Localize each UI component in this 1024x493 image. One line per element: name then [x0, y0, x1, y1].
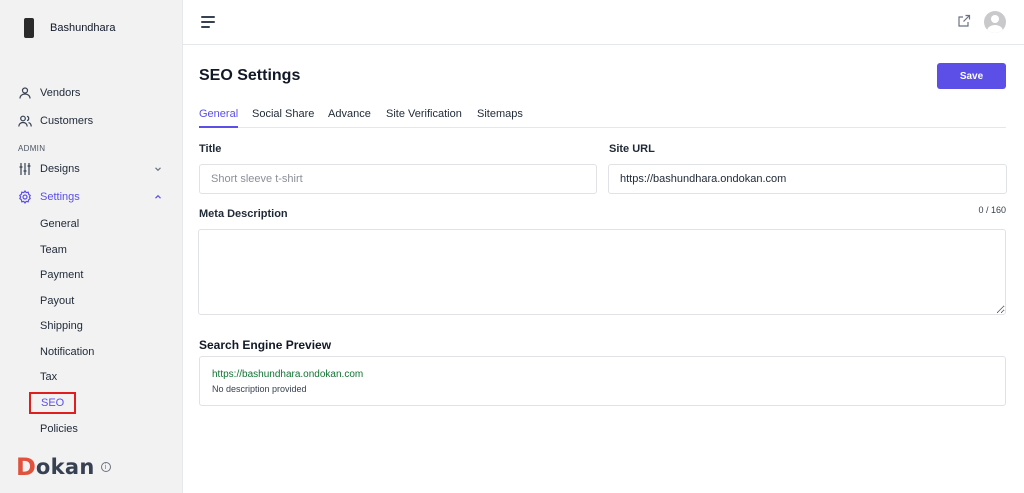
tab-site-verification[interactable]: Site Verification	[386, 108, 462, 128]
sidebar-sub-team[interactable]: Team	[40, 242, 67, 258]
avatar-icon[interactable]	[984, 11, 1006, 33]
search-preview-title: Search Engine Preview	[199, 338, 332, 352]
sidebar-sub-notification[interactable]: Notification	[40, 344, 94, 360]
sidebar-sub-payment[interactable]: Payment	[40, 267, 83, 283]
title-input[interactable]	[199, 164, 597, 194]
sidebar-sub-general[interactable]: General	[40, 216, 79, 232]
store-logo-icon	[24, 18, 34, 38]
sidebar-item-label: Designs	[40, 163, 80, 175]
sidebar-sub-policies[interactable]: Policies	[40, 421, 78, 437]
sidebar-item-label: Customers	[40, 115, 94, 127]
info-icon[interactable]: i	[100, 462, 111, 472]
sidebar-item-customers[interactable]: Customers	[18, 112, 93, 130]
logo-text: okan	[35, 455, 95, 479]
sidebar-item-vendors[interactable]: Vendors	[18, 84, 80, 102]
page-title: SEO Settings	[199, 67, 301, 84]
sidebar-item-settings[interactable]: Settings	[18, 188, 175, 206]
meta-description-label: Meta Description	[199, 208, 288, 220]
tab-sitemaps[interactable]: Sitemaps	[477, 108, 523, 128]
sidebar-sub-tax[interactable]: Tax	[40, 369, 57, 385]
save-button[interactable]: Save	[937, 63, 1006, 89]
store-switcher[interactable]: Bashundhara	[24, 16, 115, 40]
chevron-up-icon	[155, 194, 161, 199]
sidebar-sub-shipping[interactable]: Shipping	[40, 318, 83, 334]
menu-icon[interactable]	[201, 16, 215, 28]
meta-description-counter: 0 / 160	[978, 205, 1006, 215]
sidebar-item-label: Settings	[40, 191, 80, 203]
tab-social-share[interactable]: Social Share	[252, 108, 314, 128]
sidebar-sub-payout[interactable]: Payout	[40, 293, 74, 309]
admin-section-label: ADMIN	[18, 144, 46, 153]
site-url-input[interactable]	[608, 164, 1007, 194]
sliders-icon	[18, 162, 32, 176]
sidebar-item-label: Vendors	[40, 87, 81, 99]
store-name: Bashundhara	[50, 22, 116, 34]
users-icon	[18, 114, 32, 128]
gear-icon	[18, 190, 32, 204]
preview-url: https://bashundhara.ondokan.com	[212, 369, 364, 380]
sidebar-item-designs[interactable]: Designs	[18, 160, 175, 178]
dokan-logo: D okan i	[16, 453, 111, 481]
sidebar: Bashundhara Vendors Customers ADMIN Desi…	[0, 0, 183, 493]
top-bar	[183, 0, 1024, 45]
user-icon	[18, 86, 32, 100]
title-label: Title	[199, 143, 222, 155]
tab-advance[interactable]: Advance	[328, 108, 371, 128]
preview-description: No description provided	[212, 384, 307, 394]
meta-description-textarea[interactable]	[198, 229, 1006, 315]
tab-general[interactable]: General	[199, 108, 239, 128]
search-preview-card: https://bashundhara.ondokan.com No descr…	[199, 356, 1006, 406]
settings-tabs: General Social Share Advance Site Verifi…	[199, 108, 1006, 128]
external-link-icon[interactable]	[957, 14, 971, 28]
chevron-down-icon	[155, 167, 161, 172]
sidebar-sub-seo[interactable]: SEO	[29, 392, 77, 414]
logo-letter: D	[16, 453, 36, 481]
site-url-label: Site URL	[609, 143, 655, 155]
